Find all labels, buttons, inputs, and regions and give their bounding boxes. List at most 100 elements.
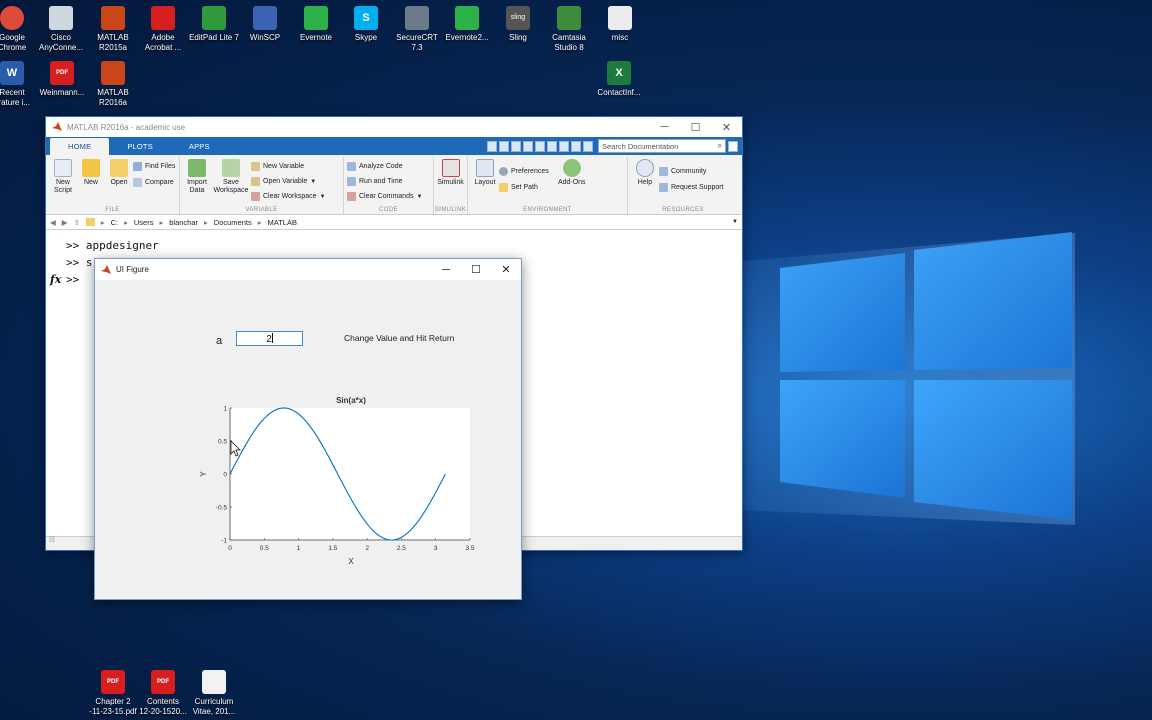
maximize-icon[interactable]: ☐ xyxy=(461,261,491,279)
minimize-icon[interactable]: ─ xyxy=(431,261,461,279)
import-data-button[interactable]: Import Data xyxy=(183,157,211,214)
x-tick-label: 2.5 xyxy=(397,545,406,552)
matlab-logo-icon xyxy=(52,122,62,131)
new-script-button[interactable]: New Script xyxy=(49,157,77,214)
preferences-button[interactable]: Preferences xyxy=(499,165,549,178)
shortcut-icon[interactable] xyxy=(487,140,497,152)
set-path-label: Set Path xyxy=(511,184,538,191)
tab-plots[interactable]: PLOTS xyxy=(109,138,171,155)
new-label: New xyxy=(83,179,98,186)
minimize-icon[interactable]: ─ xyxy=(649,118,680,136)
breadcrumb-documents[interactable]: Documents xyxy=(214,218,252,227)
compare-button[interactable]: Compare xyxy=(133,176,175,189)
desktop-icon-curriculum-vitae[interactable]: Curriculum Vitae, 201... xyxy=(180,666,248,717)
maximize-icon[interactable]: ☐ xyxy=(680,118,711,136)
analyze-code-button[interactable]: Analyze Code xyxy=(347,160,422,173)
save-workspace-icon xyxy=(222,159,240,177)
simulink-button[interactable]: Simulink xyxy=(437,157,464,214)
command-history-line: >> s xyxy=(66,256,93,269)
chevron-down-icon[interactable]: ▼ xyxy=(732,219,738,225)
variable-small-buttons: New Variable Open Variable ▼ Clear Works… xyxy=(251,157,326,214)
set-path-button[interactable]: Set Path xyxy=(499,181,549,194)
forward-arrow-icon[interactable]: ▶ xyxy=(62,218,68,227)
collapse-ribbon-icon[interactable] xyxy=(728,140,738,152)
document-icon xyxy=(202,670,226,694)
search-icon[interactable]: ⌕ xyxy=(718,141,722,151)
help-icon xyxy=(636,159,654,177)
cut-icon[interactable] xyxy=(511,140,521,152)
request-support-button[interactable]: Request Support xyxy=(659,181,724,194)
sine-plot[interactable]: Sin(a*x) 0 0.5 1 1.5 2 2.5 3 3.5 1 0.5 0 -0.5 -1 X Y xyxy=(195,392,485,592)
up-folder-icon[interactable]: ⇧ xyxy=(74,218,80,227)
command-prompt: >> xyxy=(66,273,80,286)
save-workspace-button[interactable]: Save Workspace xyxy=(211,157,251,214)
y-tick-label: -0.5 xyxy=(216,505,228,512)
plot-title: Sin(a*x) xyxy=(336,396,366,405)
help-icon[interactable] xyxy=(583,140,593,152)
community-button[interactable]: Community xyxy=(659,165,724,178)
run-and-time-label: Run and Time xyxy=(359,178,403,185)
undo-icon[interactable] xyxy=(547,140,557,152)
current-folder-bar: ◀ ▶ ⇧ ▸ C: ▸ Users ▸ blanchar ▸ Document… xyxy=(46,215,742,230)
close-icon[interactable]: ✕ xyxy=(711,118,742,136)
tab-apps[interactable]: APPS xyxy=(171,138,228,155)
gear-icon xyxy=(499,167,508,176)
breadcrumb-user[interactable]: blanchar xyxy=(169,218,198,227)
switch-windows-icon[interactable] xyxy=(571,140,581,152)
new-variable-button[interactable]: New Variable xyxy=(251,160,326,173)
acrobat-icon xyxy=(151,6,175,30)
text-caret xyxy=(271,333,273,343)
browse-folder-icon[interactable] xyxy=(85,218,95,226)
sling-icon: sling xyxy=(506,6,530,30)
ui-figure-titlebar[interactable]: UI Figure ─ ☐ ✕ xyxy=(95,259,521,280)
breadcrumb-matlab[interactable]: MATLAB xyxy=(268,218,297,227)
new-script-label: New Script xyxy=(54,179,72,194)
desktop-icon-contactinfo[interactable]: X ContactInf... xyxy=(585,57,653,98)
cisco-icon xyxy=(49,6,73,30)
clear-workspace-button[interactable]: Clear Workspace ▼ xyxy=(251,190,326,203)
import-data-label: Import Data xyxy=(187,179,207,194)
close-icon[interactable]: ✕ xyxy=(491,261,521,279)
command-history-line: >> appdesigner xyxy=(66,239,159,252)
save-workspace-label: Save Workspace xyxy=(213,179,249,194)
clear-commands-button[interactable]: Clear Commands ▼ xyxy=(347,190,422,203)
simulink-icon xyxy=(441,159,460,177)
open-button[interactable]: Open xyxy=(105,157,133,214)
redo-icon[interactable] xyxy=(559,140,569,152)
back-arrow-icon[interactable]: ◀ xyxy=(50,218,56,227)
layout-button[interactable]: Layout xyxy=(471,157,499,214)
copy-icon[interactable] xyxy=(523,140,533,152)
group-label-resources: RESOURCES xyxy=(662,207,704,213)
open-variable-button[interactable]: Open Variable ▼ xyxy=(251,175,326,188)
tab-home[interactable]: HOME xyxy=(50,138,110,155)
ribbon-group-resources: Help Community Request Support RESOURCES xyxy=(628,157,738,214)
new-variable-label: New Variable xyxy=(263,163,305,170)
run-and-time-button[interactable]: Run and Time xyxy=(347,175,422,188)
function-browser-icon[interactable]: fx xyxy=(50,273,61,286)
clear-workspace-icon xyxy=(251,192,260,201)
search-documentation-input[interactable]: Search Documentation ⌕ xyxy=(598,139,726,153)
folder-icon xyxy=(110,159,128,177)
matlab-titlebar[interactable]: MATLAB R2016a - academic use ─ ☐ ✕ xyxy=(46,117,742,137)
securecrt-icon xyxy=(405,6,429,30)
group-label-file: FILE xyxy=(105,207,120,213)
breadcrumb-drive[interactable]: C: xyxy=(111,218,119,227)
add-ons-button[interactable]: Add-Ons xyxy=(555,157,589,214)
help-button[interactable]: Help xyxy=(631,157,659,214)
numeric-edit-field-a[interactable]: 2 xyxy=(236,331,303,346)
save-icon[interactable] xyxy=(499,140,509,152)
desktop-icon-matlab-2016a[interactable]: MATLAB R2016a xyxy=(79,57,147,108)
new-plus-icon xyxy=(82,159,100,177)
chevron-down-icon: ▼ xyxy=(319,193,326,200)
breadcrumb-users[interactable]: Users xyxy=(134,218,154,227)
x-tick-label: 3 xyxy=(434,545,438,552)
ribbon-group-code: Analyze Code Run and Time Clear Commands… xyxy=(344,157,434,214)
desktop-icon-misc[interactable]: misc xyxy=(586,2,654,43)
resources-small-buttons: Community Request Support xyxy=(659,157,724,214)
new-button[interactable]: New xyxy=(77,157,105,214)
find-files-label: Find Files xyxy=(145,163,176,170)
field-label-a: a xyxy=(216,335,223,347)
find-files-button[interactable]: Find Files xyxy=(133,160,175,173)
breadcrumb-separator: ▸ xyxy=(257,217,262,227)
paste-icon[interactable] xyxy=(535,140,545,152)
